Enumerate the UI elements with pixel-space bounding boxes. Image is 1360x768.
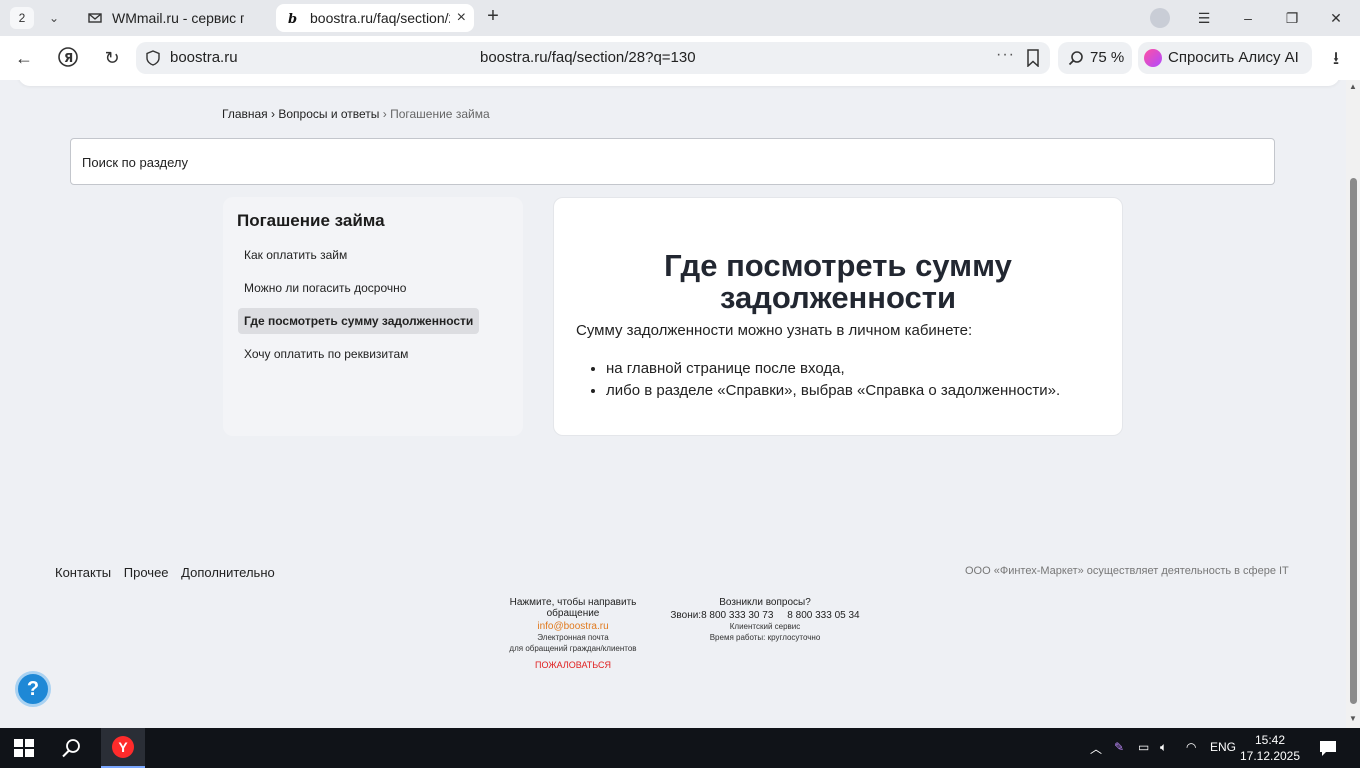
sidebar-item-debt-amount[interactable]: Где посмотреть сумму задолженности [238, 308, 480, 334]
answer-title: Где посмотреть сумму задолженности [664, 248, 1012, 315]
questions-line1: Клиентский сервис [729, 622, 801, 631]
yandex-browser-icon: Y [112, 736, 134, 758]
reload-icon[interactable]: ↻ [100, 46, 124, 70]
phone-link-1[interactable]: 8 800 333 30 73 [701, 610, 773, 621]
help-question-icon[interactable]: ? [15, 671, 51, 707]
new-tab-button[interactable]: + [482, 6, 504, 28]
sidebar-item-how-to-pay[interactable]: Как оплатить займ [238, 242, 353, 268]
breadcrumb-separator: › [267, 107, 279, 121]
profile-avatar[interactable] [1150, 8, 1170, 28]
svg-text:Я: Я [64, 51, 73, 65]
url-text[interactable]: boostra.ru/faq/section/28?q=130 [480, 49, 696, 66]
restore-icon[interactable]: ❐ [1280, 6, 1304, 30]
alice-label: Спросить Алису AI [1168, 49, 1299, 66]
language-indicator[interactable]: ENG [1210, 740, 1236, 754]
tab-strip: 2 ⌄ WMmail.ru - сервис почтовых b boostr… [0, 0, 1360, 36]
wifi-icon[interactable]: ◠ [1186, 740, 1196, 754]
sidebar-title: Погашение займа [237, 211, 385, 230]
search-icon[interactable] [60, 736, 84, 760]
back-arrow-icon[interactable]: ← [12, 46, 36, 70]
close-window-icon[interactable]: ✕ [1324, 6, 1348, 30]
questions-block: Возникли вопросы? Звони:8 800 333 30 73 … [668, 597, 862, 643]
yandex-logo-icon[interactable]: Я [56, 46, 80, 70]
faq-sidebar: Погашение займа Как оплатить займ Можно … [223, 197, 523, 436]
company-note: ООО «Финтех-Маркет» осуществляет деятель… [965, 565, 1289, 577]
tab-title: boostra.ru/faq/section/28?q=130 [310, 10, 450, 26]
scroll-down-icon[interactable]: ▼ [1349, 714, 1357, 723]
battery-icon[interactable]: ▭ [1138, 740, 1149, 754]
tab-wmmail[interactable]: WMmail.ru - сервис почтовых [78, 4, 268, 32]
menu-icon[interactable]: ☰ [1192, 6, 1216, 30]
appeal-label: Нажмите, чтобы направить обращение [509, 597, 637, 619]
notifications-icon[interactable] [1316, 736, 1340, 760]
yandex-browser-taskbar-button[interactable]: Y [101, 728, 145, 768]
page-scrollbar[interactable]: ▲ ▼ [1346, 80, 1360, 728]
pen-icon[interactable]: ✎ [1114, 740, 1124, 754]
tab-boostra[interactable]: b boostra.ru/faq/section/28?q=130 × [276, 4, 474, 32]
windows-taskbar: Y ︿ ✎ ▭ 🔈︎ ◠ ENG 15:42 17.12.2025 [0, 728, 1360, 768]
close-icon[interactable]: × [457, 4, 466, 32]
footer-links: Контакты Прочее Дополнительно [55, 565, 284, 580]
section-search-input[interactable]: Поиск по разделу [70, 138, 1275, 185]
site-favicon-icon: b [288, 12, 297, 25]
list-item: либо в разделе «Справки», выбрав «Справк… [606, 380, 1060, 402]
call-label: Звони: [670, 610, 702, 621]
scrollbar-thumb[interactable] [1350, 178, 1357, 704]
footer-link-additional[interactable]: Дополнительно [181, 565, 275, 580]
footer-link-other[interactable]: Прочее [124, 565, 169, 580]
faq-answer-card: Где посмотреть сумму задолженности Сумму… [553, 197, 1123, 436]
page-viewport: Главная › Вопросы и ответы › Погашение з… [0, 80, 1346, 728]
zoom-icon [1068, 51, 1083, 66]
breadcrumb-separator: › [379, 107, 391, 121]
tab-count-badge[interactable]: 2 [10, 7, 34, 29]
shield-icon [146, 50, 160, 66]
speaker-icon[interactable]: 🔈︎ [1160, 740, 1167, 755]
footer-link-contacts[interactable]: Контакты [55, 565, 111, 580]
svg-text:b: b [288, 12, 297, 25]
answer-list: на главной странице после входа, либо в … [606, 358, 1060, 402]
chevron-up-icon[interactable]: ︿ [1090, 740, 1102, 757]
ask-alice-button[interactable]: Спросить Алису AI [1138, 42, 1312, 74]
url-host: boostra.ru [170, 49, 238, 66]
sidebar-item-pay-by-details[interactable]: Хочу оплатить по реквизитам [238, 341, 414, 367]
bookmark-icon[interactable] [1026, 49, 1040, 67]
sidebar-item-early-repayment[interactable]: Можно ли погасить досрочно [238, 275, 412, 301]
omnibox[interactable]: boostra.ru boostra.ru/faq/section/28?q=1… [136, 42, 1050, 74]
tab-title: WMmail.ru - сервис почтовых [112, 10, 244, 26]
chevron-down-icon[interactable]: ⌄ [42, 7, 66, 29]
answer-intro: Сумму задолженности можно узнать в лично… [576, 322, 973, 339]
breadcrumb-current: Погашение займа [390, 107, 490, 121]
zoom-button[interactable]: 75 % [1058, 42, 1132, 74]
system-clock[interactable]: 15:42 17.12.2025 [1236, 732, 1304, 764]
minimize-icon[interactable]: – [1236, 6, 1260, 30]
zoom-level: 75 % [1090, 49, 1125, 66]
appeal-line2: для обращений граждан/клиентов [509, 644, 637, 653]
more-icon[interactable]: ··· [996, 46, 1015, 64]
clock-time: 15:42 [1254, 733, 1286, 747]
breadcrumb-faq[interactable]: Вопросы и ответы [278, 107, 379, 121]
download-icon[interactable]: ⭳ [1324, 46, 1348, 70]
appeal-email-link[interactable]: info@boostra.ru [482, 621, 664, 632]
windows-start-icon[interactable] [12, 736, 36, 760]
phone-link-2[interactable]: 8 800 333 05 34 [787, 610, 859, 621]
breadcrumb-home[interactable]: Главная [222, 107, 268, 121]
list-item: на главной странице после входа, [606, 358, 1060, 380]
breadcrumb: Главная › Вопросы и ответы › Погашение з… [222, 107, 490, 121]
appeal-line1: Электронная почта [537, 633, 609, 642]
questions-label: Возникли вопросы? [719, 597, 811, 608]
alice-icon [1144, 49, 1162, 67]
complain-link[interactable]: ПОЖАЛОВАТЬСЯ [482, 660, 664, 670]
site-header-edge [18, 80, 1340, 86]
address-bar: ← Я ↻ boostra.ru boostra.ru/faq/section/… [0, 36, 1360, 80]
phones-line: Звони:8 800 333 30 73 8 800 333 05 34 [668, 610, 862, 621]
envelope-icon [88, 13, 102, 23]
clock-date: 17.12.2025 [1239, 749, 1301, 763]
appeal-block: Нажмите, чтобы направить обращение info@… [482, 597, 664, 670]
scroll-up-icon[interactable]: ▲ [1349, 82, 1357, 91]
questions-line2: Время работы: круглосуточно [709, 633, 821, 642]
